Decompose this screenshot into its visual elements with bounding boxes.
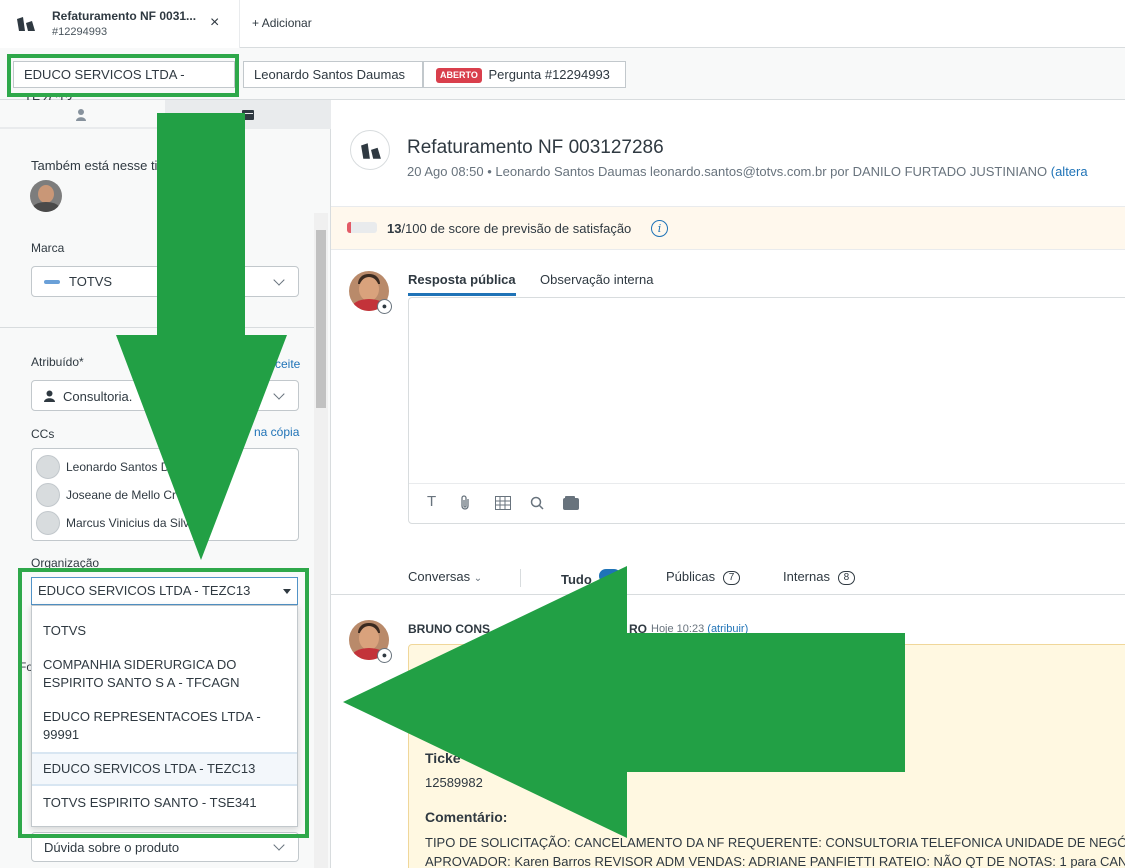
tab-internal-count: 8 — [837, 571, 856, 585]
conversations-filter[interactable]: Conversas ⌄ — [408, 569, 482, 584]
satisfaction-caption: /100 de score de previsão de satisfação — [401, 221, 632, 236]
tab-internal-label: Internas — [783, 569, 830, 584]
tab-all-count — [599, 569, 622, 583]
tab-public-label: Públicas — [666, 569, 716, 584]
user-icon — [76, 109, 86, 121]
cc-avatar — [36, 483, 60, 507]
change-requester-link[interactable]: (altera — [1051, 164, 1088, 179]
chevron-down-icon — [273, 388, 285, 400]
breadcrumb-ticket-label: Pergunta #12294993 — [488, 67, 610, 82]
cc-me-link[interactable]: na cópia — [254, 425, 299, 439]
conversations-label: Conversas — [408, 569, 471, 584]
comment-assign-link[interactable]: (atribuir) — [707, 623, 748, 635]
comment-author-tail: RO — [629, 622, 647, 636]
comment-ticket-number: 12589982 — [425, 775, 483, 790]
brand-select[interactable]: TOTVS — [31, 266, 299, 297]
scrollbar-thumb[interactable] — [316, 230, 326, 408]
zendesk-logo-icon — [361, 143, 381, 159]
status-badge: ABERTO — [436, 68, 482, 83]
comment-time-text: Hoje 10:23 — [651, 623, 705, 635]
zendesk-logo-icon — [17, 17, 35, 31]
organization-crumb-highlight — [7, 54, 239, 97]
close-tab-icon[interactable]: × — [210, 14, 219, 32]
viewer-avatar — [30, 180, 62, 212]
wallet-icon[interactable] — [563, 496, 579, 510]
comment-line: TIPO DE SOLICITAÇÃO: CANCELAMENTO DA NF … — [425, 835, 1125, 850]
chevron-down-icon — [273, 274, 285, 286]
tab-public-count: 7 — [722, 571, 741, 585]
tab-all-label: Tudo — [561, 572, 592, 587]
brand-value: TOTVS — [69, 274, 113, 289]
organization-field-highlight — [18, 568, 309, 838]
comment-ticket-heading: Ticke — [425, 750, 461, 766]
comment-author[interactable]: BRUNO CONS — [408, 622, 490, 636]
breadcrumb-requester[interactable]: Leonardo Santos Daumas — [243, 61, 423, 88]
tab-internal[interactable]: Internas 8 — [783, 569, 856, 585]
tab-public[interactable]: Públicas 7 — [666, 569, 741, 585]
author-badge-icon: ● — [377, 648, 392, 663]
satisfaction-gauge — [347, 222, 377, 233]
tab-public-reply[interactable]: Resposta pública — [408, 272, 516, 296]
comment-time: Hoje 10:23 (atribuir) — [651, 623, 748, 635]
assignee-value: Consultoria. — [63, 389, 133, 404]
info-icon[interactable]: i — [651, 220, 668, 237]
also-here-label: Também está nesse ti — [31, 158, 158, 173]
breadcrumb-ticket[interactable]: ABERTO Pergunta #12294993 — [423, 61, 626, 88]
editor-toolbar-divider — [409, 483, 1125, 484]
ticket-tab-title: Refaturamento NF 0031... — [52, 9, 197, 23]
satisfaction-gauge-fill — [347, 222, 351, 233]
plus-icon: + — [252, 16, 260, 30]
satisfaction-score: 13 — [387, 221, 402, 236]
text-format-icon[interactable]: T — [427, 493, 436, 510]
assigned-label: Atribuído* — [31, 355, 84, 369]
ticket-tab-id: #12294993 — [52, 26, 108, 38]
agent-badge-icon: ● — [377, 299, 392, 314]
chevron-down-icon — [273, 839, 285, 851]
table-icon[interactable] — [495, 496, 511, 510]
brand-dots-icon — [44, 280, 60, 284]
ticket-meta: 20 Ago 08:50 • Leonardo Santos Daumas le… — [407, 164, 1088, 179]
comment-line: APROVADOR: Karen Barros REVISOR ADM VEND… — [425, 854, 1125, 868]
cc-item[interactable]: Leonardo Santos D — [66, 460, 169, 474]
ticket-meta-text: 20 Ago 08:50 • Leonardo Santos Daumas le… — [407, 164, 1048, 179]
chevron-down-icon: ⌄ — [473, 573, 483, 584]
reply-editor[interactable] — [408, 297, 1125, 524]
ccs-label: CCs — [31, 427, 55, 441]
person-icon — [44, 390, 55, 402]
add-tab-label: Adicionar — [261, 16, 312, 30]
add-tab-button[interactable]: + Adicionar — [252, 16, 312, 30]
brand-label: Marca — [31, 241, 65, 255]
ticket-subject[interactable]: Refaturamento NF 003127286 — [407, 137, 664, 159]
card-icon — [242, 110, 254, 120]
assign-me-link[interactable]: ceite — [275, 357, 300, 371]
tab-user[interactable] — [0, 100, 165, 129]
filter-separator — [520, 569, 521, 587]
cc-item[interactable]: Joseane de Mello Cr — [66, 488, 176, 502]
comment-heading: Comentário: — [425, 809, 508, 825]
cc-item[interactable]: Marcus Vinicius da Silv — [66, 516, 189, 530]
ticket-brand-logo — [350, 130, 390, 170]
cc-avatar — [36, 511, 60, 535]
satisfaction-text: 13/100 de score de previsão de satisfaçã… — [387, 221, 631, 236]
cc-avatar — [36, 455, 60, 479]
attachment-icon[interactable] — [459, 495, 471, 511]
assignee-select[interactable]: Consultoria. — [31, 380, 299, 411]
type-value: Dúvida sobre o produto — [44, 840, 180, 855]
tab-all[interactable]: Tudo — [561, 569, 622, 587]
ticket-tab[interactable]: Refaturamento NF 0031... #12294993 × — [0, 0, 240, 48]
section-divider — [0, 327, 314, 328]
tab-internal-note[interactable]: Observação interna — [540, 272, 653, 287]
search-icon[interactable] — [530, 496, 544, 510]
tab-apps[interactable] — [165, 100, 331, 129]
